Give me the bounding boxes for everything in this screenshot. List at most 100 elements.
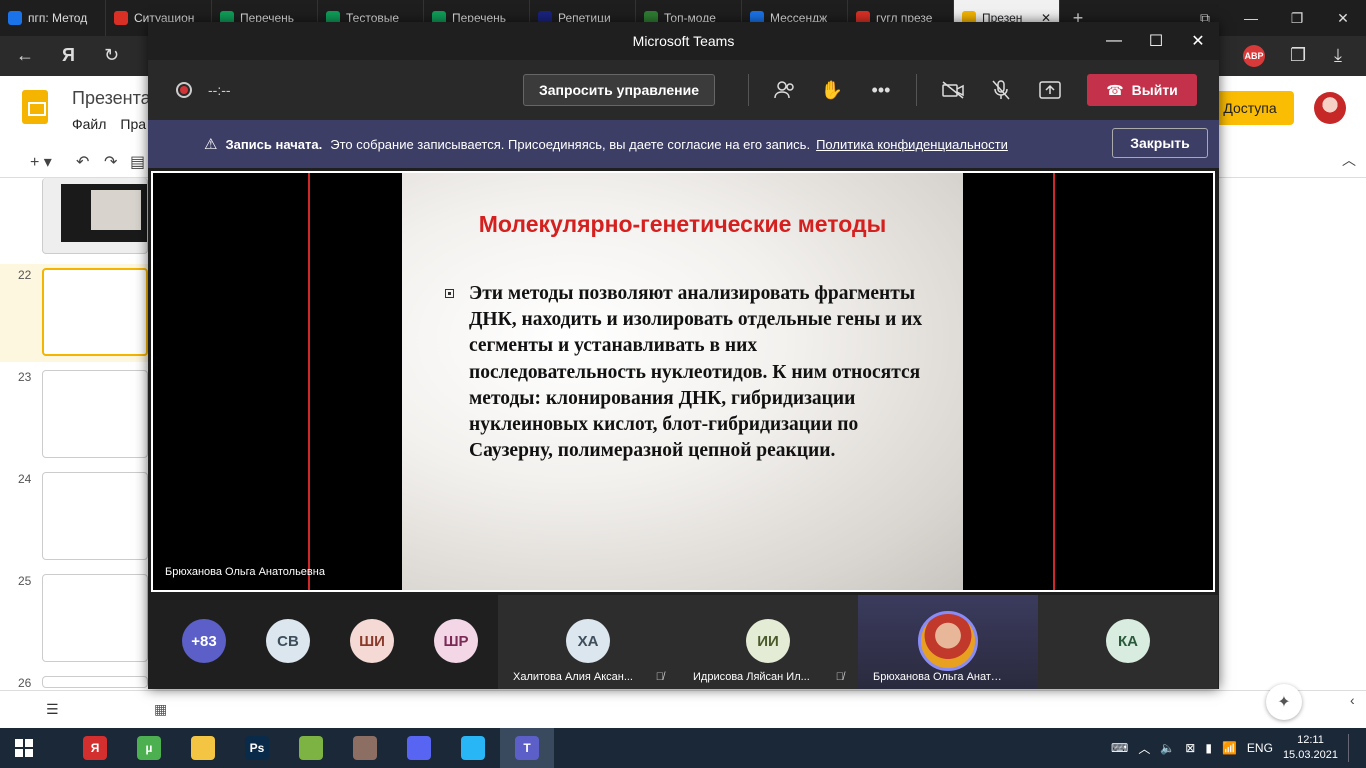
download-icon[interactable]: ⤓	[1334, 45, 1342, 66]
banner-heading: Запись начата.	[225, 136, 323, 152]
account-avatar[interactable]	[1314, 92, 1346, 124]
privacy-policy-link[interactable]: Политика конфиденциальности	[816, 137, 1008, 152]
share-screen-icon[interactable]	[1036, 76, 1064, 104]
adblock-icon[interactable]: ABP	[1243, 45, 1265, 67]
mic-off-icon[interactable]	[987, 76, 1015, 104]
clock[interactable]: 12:11 15.03.2021	[1283, 733, 1338, 763]
slide-filmstrip: 22 23 24 25 26	[0, 178, 148, 690]
divider	[748, 74, 749, 106]
list-view-icon[interactable]: ☰	[46, 701, 59, 718]
signal-icon[interactable]: 📶	[1222, 741, 1237, 755]
network-icon	[461, 736, 485, 760]
banner-text: Это собрание записывается. Присоединяясь…	[330, 136, 811, 152]
bookmarks-icon[interactable]: ❐	[1290, 45, 1306, 66]
taskbar-explorer-icon[interactable]	[176, 728, 230, 768]
taskbar-utorrent-icon[interactable]: µ	[122, 728, 176, 768]
slides-bottom-bar: ☰ ▦	[0, 690, 1366, 728]
tab-favicon-icon	[114, 11, 128, 25]
slide-thumbnail-selected[interactable]	[42, 268, 148, 356]
taskbar-discord-icon[interactable]	[392, 728, 446, 768]
participant-avatar: ИИ	[746, 619, 790, 663]
camera-off-icon[interactable]	[939, 76, 967, 104]
windows-start-icon[interactable]	[0, 728, 48, 768]
explorer-icon	[191, 736, 215, 760]
browser-tab[interactable]: пгп: Метод	[0, 0, 106, 36]
leave-button[interactable]: ☎ Выйти	[1087, 74, 1197, 106]
participant-avatar[interactable]: ШИ	[350, 619, 394, 663]
chevron-up-icon[interactable]: ︿	[1342, 150, 1356, 170]
tray-expand-icon[interactable]: ︿	[1138, 740, 1150, 757]
print-icon[interactable]: ▤	[130, 152, 145, 172]
overflow-participants[interactable]: +83	[182, 619, 226, 663]
slide-number: 25	[18, 574, 32, 588]
explore-icon[interactable]: ✦	[1266, 684, 1302, 720]
presenter-name: Брюханова Ольга Анатольевна	[165, 566, 325, 578]
presented-slide: Молекулярно-генетические методы Эти мето…	[402, 173, 963, 590]
share-button[interactable]: Доступа	[1206, 91, 1294, 125]
shared-screen-stage: Молекулярно-генетические методы Эти мето…	[151, 171, 1215, 592]
muted-mic-icon: 🎙̸	[655, 671, 664, 683]
document-title[interactable]: Презента	[72, 88, 151, 109]
warning-icon: ⚠	[204, 136, 218, 153]
slide-thumbnail[interactable]	[42, 178, 148, 254]
undo-icon[interactable]: ↶	[76, 152, 89, 172]
taskbar-teams-icon[interactable]: T	[500, 728, 554, 768]
taskbar-yandex-icon[interactable]: Я	[68, 728, 122, 768]
maximize-icon[interactable]: ☐	[1135, 22, 1177, 60]
close-icon[interactable]: ✕	[1177, 22, 1219, 60]
volume-icon[interactable]: 🔈	[1160, 741, 1175, 755]
menu-file[interactable]: Файл	[72, 116, 106, 132]
slide-thumbnail[interactable]	[42, 370, 148, 458]
participant-name: Брюханова Ольга Анатол...	[873, 671, 1003, 683]
participant-tile[interactable]: ХА Халитова Алия Аксан... 🎙̸	[498, 595, 678, 689]
slide-thumbnail[interactable]	[42, 472, 148, 560]
divider	[916, 74, 917, 106]
grid-view-icon[interactable]: ▦	[154, 701, 167, 718]
participant-avatar[interactable]: ШР	[434, 619, 478, 663]
participant-name: Халитова Алия Аксан...	[513, 671, 633, 683]
show-desktop[interactable]	[1348, 734, 1352, 762]
yandex-logo-icon[interactable]: Я	[62, 45, 75, 66]
participant-tile[interactable]: КА	[1038, 595, 1218, 689]
taskbar-network-icon[interactable]	[446, 728, 500, 768]
keyboard-icon[interactable]: ⌨	[1111, 741, 1128, 755]
hang-up-icon: ☎	[1106, 81, 1124, 98]
taskbar-photoshop-icon[interactable]: Ps	[230, 728, 284, 768]
participants-icon[interactable]	[771, 76, 799, 104]
reload-icon[interactable]: ↻	[104, 45, 119, 66]
raise-hand-icon[interactable]: ✋	[818, 76, 846, 104]
photoshop-icon: Ps	[245, 736, 269, 760]
participant-tile[interactable]: Брюханова Ольга Анатол...	[858, 595, 1038, 689]
participant-tile[interactable]: ИИ Идрисова Ляйсан Ил... 🎙̸	[678, 595, 858, 689]
window-title: Microsoft Teams	[632, 33, 735, 49]
close-icon[interactable]: ✕	[1320, 0, 1366, 36]
slide-title: Молекулярно-генетические методы	[478, 211, 887, 237]
participant-gallery: +83 СВ ШИ ШР ХА Халитова Алия Аксан... 🎙̸ ИИ И…	[148, 595, 1219, 689]
add-slide-icon[interactable]: + ▾	[30, 152, 52, 172]
restore-icon[interactable]: ❐	[1274, 0, 1320, 36]
chevron-right-icon[interactable]: ‹	[1350, 692, 1355, 708]
network-icon[interactable]: ⊠	[1185, 741, 1195, 755]
minimize-icon[interactable]: —	[1093, 22, 1135, 60]
slide-number: 22	[18, 268, 32, 282]
bullet-icon	[445, 289, 454, 298]
slides-logo-icon	[22, 90, 48, 124]
request-control-button[interactable]: Запросить управление	[523, 74, 715, 106]
teams-titlebar: Microsoft Teams — ☐ ✕	[148, 22, 1219, 60]
participant-avatar[interactable]: СВ	[266, 619, 310, 663]
divider-line	[308, 173, 310, 590]
participant-avatar: КА	[1106, 619, 1150, 663]
taskbar-maps-icon[interactable]	[284, 728, 338, 768]
slide-thumbnail[interactable]	[42, 676, 148, 688]
muted-mic-icon: 🎙̸	[835, 671, 844, 683]
more-options-icon[interactable]: •••	[867, 76, 895, 104]
menu-edit[interactable]: Пра	[120, 116, 146, 132]
taskbar-pencil-icon[interactable]	[338, 728, 392, 768]
battery-icon[interactable]: ▮	[1205, 741, 1212, 755]
minimize-icon[interactable]: —	[1228, 0, 1274, 36]
language-indicator[interactable]: ENG	[1247, 741, 1273, 755]
close-banner-button[interactable]: Закрыть	[1112, 128, 1208, 158]
back-arrow-icon[interactable]: ←	[16, 45, 34, 66]
slide-thumbnail[interactable]	[42, 574, 148, 662]
redo-icon[interactable]: ↷	[104, 152, 117, 172]
